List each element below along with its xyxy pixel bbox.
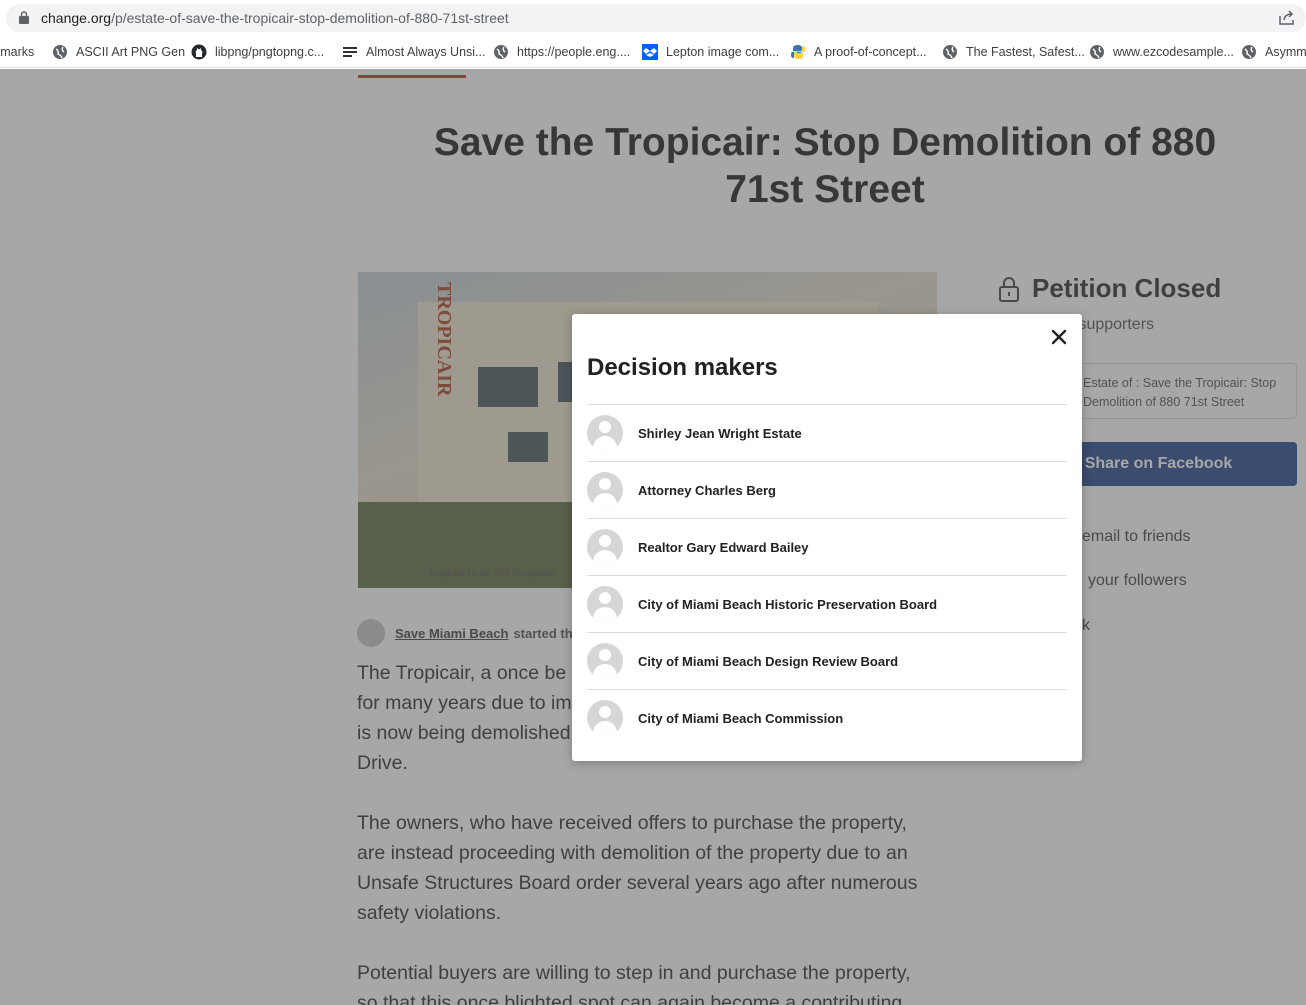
decision-maker-row[interactable]: City of Miami Beach Design Review Board (587, 632, 1067, 689)
bookmark-label: A proof-of-concept... (814, 45, 927, 59)
lines-icon (343, 47, 357, 57)
bookmark-label: www.ezcodesample... (1113, 45, 1234, 59)
bookmark-label: https://people.eng.... (517, 45, 631, 59)
dropbox-icon (642, 44, 658, 60)
globe-icon (53, 45, 67, 59)
decision-maker-row[interactable]: Realtor Gary Edward Bailey (587, 518, 1067, 575)
decision-maker-name: City of Miami Beach Design Review Board (638, 653, 899, 669)
globe-icon (1242, 45, 1256, 59)
decision-maker-row[interactable]: Shirley Jean Wright Estate (587, 404, 1067, 461)
bookmark-item[interactable]: www.ezcodesample... (1089, 42, 1234, 62)
bookmarks-bar: kmarks ASCII Art PNG Gen libpng/pngtopng.c… (0, 36, 1306, 68)
bookmark-label: kmarks (0, 45, 35, 59)
bookmark-label: Asymm (1265, 45, 1306, 59)
close-icon[interactable] (1049, 327, 1069, 347)
share-icon[interactable] (1278, 10, 1295, 26)
decision-maker-name: City of Miami Beach Commission (638, 710, 844, 726)
address-bar: change.org/p/estate-of-save-the-tropicai… (0, 0, 1306, 36)
bookmark-label: Almost Always Unsi... (366, 45, 486, 59)
decision-makers-list: Shirley Jean Wright Estate Attorney Charl… (587, 404, 1067, 746)
bookmark-item[interactable]: A proof-of-concept... (790, 42, 927, 62)
bookmark-item[interactable]: ASCII Art PNG Gen (52, 42, 185, 62)
decision-makers-modal: Decision makers Shirley Jean Wright Esta… (572, 314, 1082, 761)
decision-maker-name: Attorney Charles Berg (638, 482, 776, 498)
globe-icon (943, 45, 957, 59)
globe-icon (494, 45, 508, 59)
globe-icon (1090, 45, 1104, 59)
bookmark-item[interactable]: https://people.eng.... (493, 42, 630, 62)
bookmark-item[interactable]: kmarks (0, 42, 34, 62)
avatar-icon (587, 529, 623, 565)
bookmark-label: Lepton image com... (666, 45, 780, 59)
bookmark-label: ASCII Art PNG Gen (76, 45, 186, 59)
avatar-icon (587, 472, 623, 508)
url-host: change.org (41, 10, 112, 26)
bookmark-item[interactable]: Almost Always Unsi... (342, 42, 485, 62)
avatar-icon (587, 415, 623, 451)
lock-icon (19, 11, 29, 24)
decision-maker-row[interactable]: City of Miami Beach Historic Preservatio… (587, 575, 1067, 632)
bookmark-item[interactable]: Asymm (1241, 42, 1306, 62)
avatar-icon (587, 700, 623, 736)
avatar-icon (587, 586, 623, 622)
python-icon (791, 45, 805, 59)
bookmark-label: libpng/pngtopng.c... (215, 45, 325, 59)
avatar-icon (587, 643, 623, 679)
url-path: /p/estate-of-save-the-tropicair-stop-dem… (111, 10, 509, 26)
decision-maker-name: Realtor Gary Edward Bailey (638, 539, 809, 555)
github-icon (191, 44, 207, 60)
decision-maker-row[interactable]: Attorney Charles Berg (587, 461, 1067, 518)
bookmark-item[interactable]: The Fastest, Safest... (942, 42, 1085, 62)
bookmark-item[interactable]: Lepton image com... (642, 42, 779, 62)
decision-maker-row[interactable]: City of Miami Beach Commission (587, 689, 1067, 746)
decision-maker-name: Shirley Jean Wright Estate (638, 425, 802, 441)
bookmark-label: The Fastest, Safest... (966, 45, 1085, 59)
url-text[interactable]: change.org/p/estate-of-save-the-tropicai… (41, 10, 509, 26)
bookmark-item[interactable]: libpng/pngtopng.c... (191, 42, 324, 62)
modal-title: Decision makers (587, 354, 778, 381)
decision-maker-name: City of Miami Beach Historic Preservatio… (638, 596, 938, 612)
